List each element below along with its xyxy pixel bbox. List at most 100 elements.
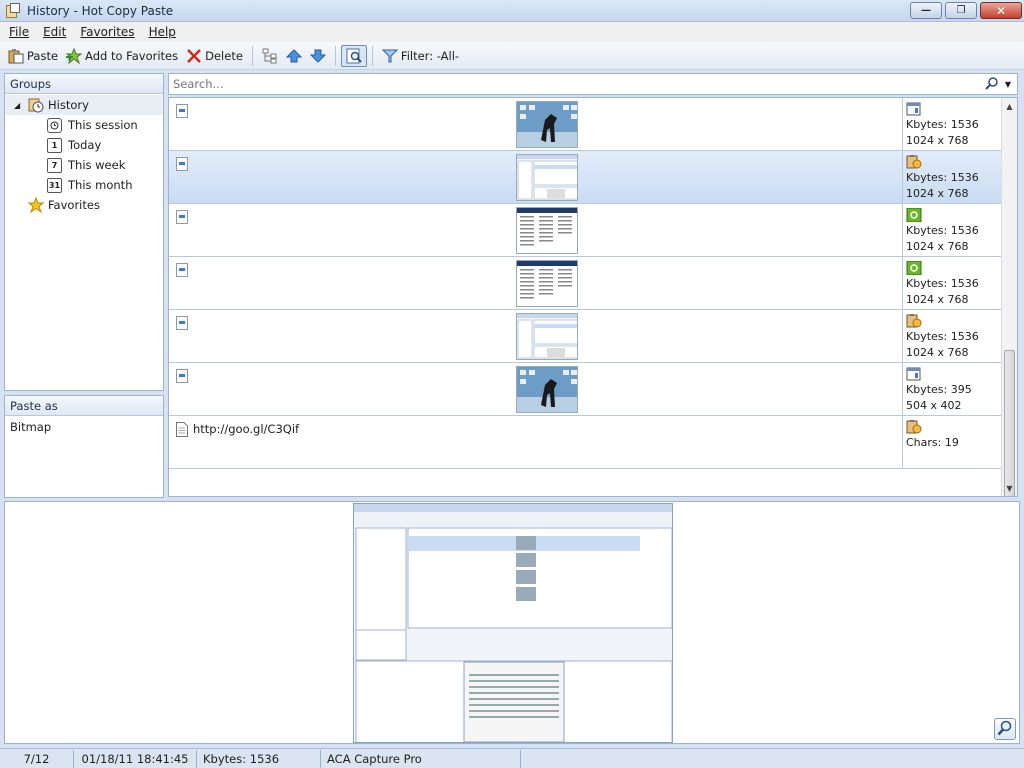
close-button[interactable]: ✕ [980, 2, 1022, 19]
magnifier-icon [997, 720, 1013, 739]
clip-info: Kbytes: 1536 1024 x 768 [902, 151, 1002, 203]
move-down-button[interactable] [306, 45, 330, 67]
menu-bar: File Edit Favorites Help [0, 22, 1024, 42]
tree-icon [262, 48, 278, 64]
list-item[interactable]: http://goo.gl/C3Qif Chars: 19 [169, 416, 1002, 469]
tree-item-this-session[interactable]: This session [5, 115, 163, 135]
clip-size: Kbytes: 1536 [906, 224, 979, 237]
filter-button[interactable]: Filter: -All- [378, 45, 463, 67]
paste-as-header: Paste as [5, 396, 163, 416]
clip-thumbnail [516, 207, 578, 254]
list-item[interactable]: Kbytes: 1536 1024 x 768 [169, 310, 1002, 363]
arrow-up-icon [285, 48, 303, 64]
list-item[interactable]: Kbytes: 395 504 x 402 [169, 363, 1002, 416]
clip-dimensions: 1024 x 768 [906, 293, 969, 306]
clip-thumbnail [516, 366, 578, 413]
toolbar: Paste Add to Favorites Delete Filter: -A… [0, 42, 1024, 70]
filter-icon [381, 48, 399, 64]
image-window-icon [906, 102, 922, 116]
groups-panel: Groups ◢ History This session 1 Today 7 … [4, 73, 164, 391]
window-title: History - Hot Copy Paste [27, 3, 174, 18]
search-dropdown-icon[interactable]: ▼ [1005, 80, 1011, 89]
star-icon [27, 196, 45, 214]
clip-thumbnail [516, 154, 578, 201]
list-item[interactable]: Kbytes: 1536 1024 x 768 [169, 257, 1002, 310]
clip-dimensions: 1024 x 768 [906, 187, 969, 200]
clip-thumbnail [516, 101, 578, 148]
maximize-button[interactable]: ❐ [945, 2, 977, 19]
groups-header: Groups [5, 74, 163, 94]
image-document-icon [176, 210, 188, 224]
paste-as-panel: Paste as Bitmap [4, 395, 164, 498]
list-item[interactable]: Kbytes: 1536 1024 x 768 [169, 151, 1002, 204]
tree-item-history[interactable]: ◢ History [5, 95, 163, 115]
search-bar: ▼ [168, 73, 1018, 95]
collapse-triangle-icon[interactable]: ◢ [14, 101, 28, 110]
menu-edit[interactable]: Edit [36, 25, 73, 39]
clip-dimensions: 1024 x 768 [906, 134, 969, 147]
image-document-icon [176, 157, 188, 171]
menu-help[interactable]: Help [142, 25, 183, 39]
calendar-31-icon: 31 [47, 177, 62, 193]
preview-icon [346, 48, 362, 64]
list-scrollbar[interactable]: ▲ ▼ [1001, 98, 1017, 496]
image-document-icon [176, 369, 188, 383]
tree-item-this-month[interactable]: 31 This month [5, 175, 163, 195]
clip-size: Kbytes: 1536 [906, 118, 979, 131]
status-bar: 7/12 01/18/11 18:41:45 Kbytes: 1536 ACA … [0, 748, 1024, 768]
title-bar: History - Hot Copy Paste — ❐ ✕ [0, 0, 1024, 22]
scroll-up-icon[interactable]: ▲ [1002, 98, 1017, 114]
clip-text: http://goo.gl/C3Qif [193, 422, 300, 436]
clip-size: Kbytes: 1536 [906, 171, 979, 184]
image-document-icon [176, 104, 188, 118]
minimize-button[interactable]: — [910, 2, 942, 19]
search-input[interactable] [169, 77, 985, 91]
clip-info: Chars: 19 [902, 416, 1002, 468]
clip-info: Kbytes: 395 504 x 402 [902, 363, 1002, 415]
tree-item-this-week[interactable]: 7 This week [5, 155, 163, 175]
clip-thumbnail [516, 313, 578, 360]
history-clock-icon [28, 97, 44, 113]
status-source: ACA Capture Pro [321, 749, 521, 768]
clip-list: Kbytes: 1536 1024 x 768 Kbytes: 1536 1024 x… [168, 97, 1018, 497]
clip-info: Kbytes: 1536 1024 x 768 [902, 310, 1002, 362]
clip-dimensions: 1024 x 768 [906, 240, 969, 253]
list-item[interactable]: Kbytes: 1536 1024 x 768 [169, 204, 1002, 257]
clip-chars: Chars: 19 [906, 436, 959, 449]
paste-button[interactable]: Paste [4, 45, 62, 67]
image-document-icon [176, 316, 188, 330]
clip-thumbnail [516, 260, 578, 307]
status-datetime: 01/18/11 18:41:45 [74, 749, 197, 768]
image-document-icon [176, 263, 188, 277]
zoom-button[interactable] [994, 718, 1016, 740]
tree-view-button[interactable] [258, 45, 282, 67]
scroll-down-icon[interactable]: ▼ [1002, 480, 1017, 496]
preview-toggle-button[interactable] [340, 44, 367, 67]
move-up-button[interactable] [282, 45, 306, 67]
clip-size: Kbytes: 1536 [906, 277, 979, 290]
menu-favorites[interactable]: Favorites [73, 25, 141, 39]
menu-file[interactable]: File [2, 25, 36, 39]
tree-item-favorites[interactable]: Favorites [5, 195, 163, 215]
add-to-favorites-button[interactable]: Add to Favorites [62, 45, 182, 67]
clock-icon [47, 117, 62, 133]
image-window-icon [906, 367, 922, 381]
toolbar-separator [334, 45, 336, 66]
arrow-down-icon [309, 48, 327, 64]
calendar-7-icon: 7 [47, 157, 62, 173]
status-position: 7/12 [0, 749, 74, 768]
tree-item-today[interactable]: 1 Today [5, 135, 163, 155]
preview-image [353, 503, 673, 743]
paste-as-option[interactable]: Bitmap [5, 416, 163, 438]
delete-button[interactable]: Delete [182, 45, 247, 67]
clip-info: Kbytes: 1536 1024 x 768 [902, 98, 1002, 150]
scroll-thumb[interactable] [1004, 350, 1015, 496]
toolbar-separator [371, 45, 373, 66]
search-icon[interactable] [985, 76, 1001, 93]
clip-size: Kbytes: 1536 [906, 330, 979, 343]
clipboard-icon [906, 420, 922, 434]
toolbar-separator [251, 45, 253, 66]
status-size: Kbytes: 1536 [197, 749, 321, 768]
list-item[interactable]: Kbytes: 1536 1024 x 768 [169, 98, 1002, 151]
paste-icon [8, 48, 24, 64]
